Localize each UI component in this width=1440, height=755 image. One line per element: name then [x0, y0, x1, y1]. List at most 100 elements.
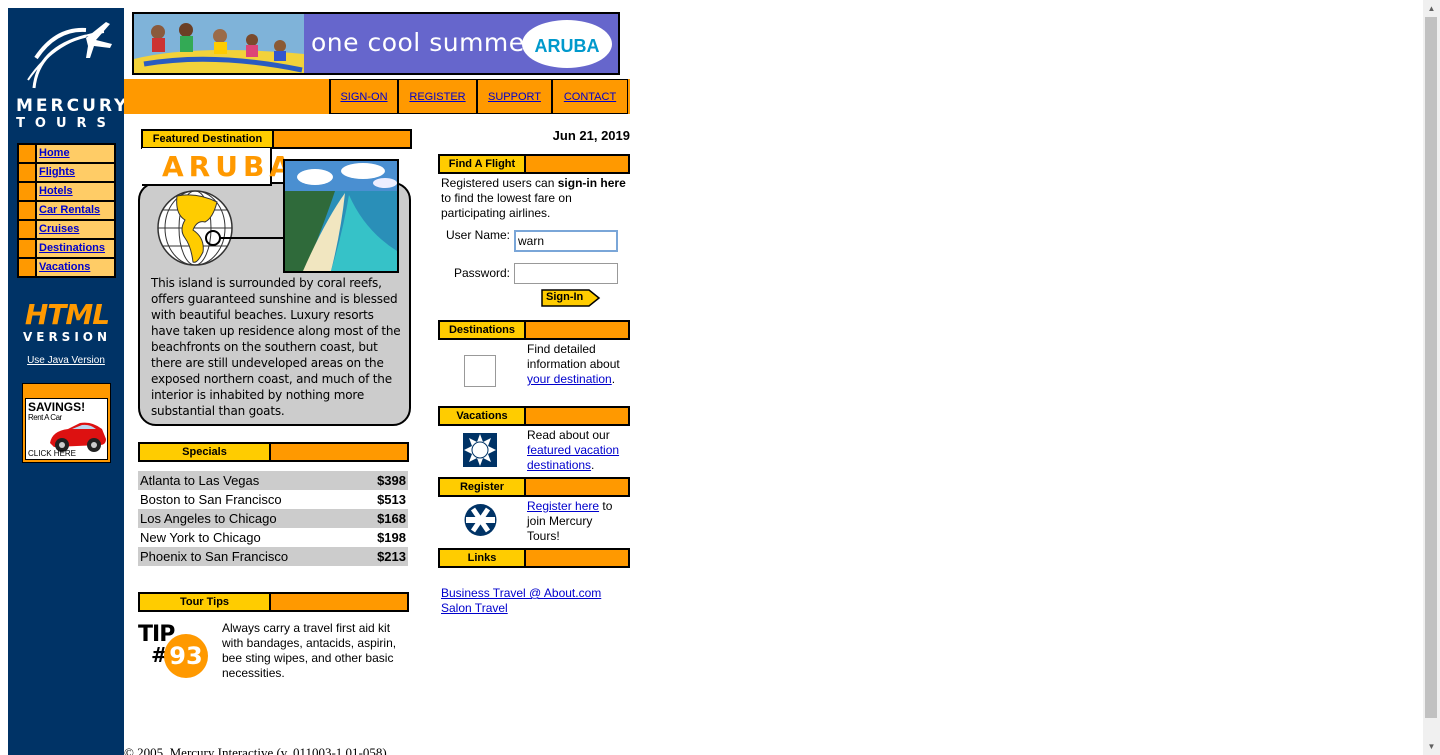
- scroll-up-icon[interactable]: ▲: [1423, 0, 1440, 17]
- intro-sign-in-here: sign-in here: [557, 176, 626, 190]
- globe-icon: [157, 190, 233, 266]
- sidebar-link-cruises[interactable]: Cruises: [39, 223, 79, 235]
- table-row: New York to Chicago $198: [138, 528, 408, 547]
- sign-in-button[interactable]: Sign-In: [541, 289, 601, 307]
- current-date: Jun 21, 2019: [552, 128, 630, 143]
- vacations-header: Vacations: [438, 406, 630, 426]
- register-title: Register: [440, 479, 526, 495]
- tip-number-graphic: TIP # 93: [138, 624, 210, 678]
- aruba-beach-photo: [283, 159, 399, 273]
- sidebar-link-flights[interactable]: Flights: [39, 166, 75, 178]
- mercury-tours-logo[interactable]: MERCURY TOURS: [16, 18, 130, 131]
- vertical-scrollbar[interactable]: ▲ ▼: [1423, 0, 1440, 755]
- specials-header: Specials: [138, 442, 409, 462]
- version-word: VERSION: [22, 330, 112, 344]
- sidebar-link-home[interactable]: Home: [39, 147, 70, 159]
- featured-title-tab: ARUBA: [142, 148, 291, 186]
- banner-title: one cool summer: [311, 28, 536, 57]
- special-price: $168: [359, 509, 408, 528]
- sidebar-item-destinations: Destinations: [19, 240, 114, 257]
- html-version-badge: HTML VERSION: [22, 298, 112, 345]
- sidebar-link-destinations[interactable]: Destinations: [39, 242, 105, 254]
- sidebar-link-car-rentals[interactable]: Car Rentals: [39, 204, 100, 216]
- tour-tip-text: Always carry a travel first aid kit with…: [222, 621, 397, 680]
- featured-vacation-link[interactable]: featured vacation destinations: [527, 443, 619, 472]
- contact-link[interactable]: CONTACT: [564, 91, 616, 103]
- vacations-text-a: Read about our: [527, 428, 610, 442]
- intro-text-a: Registered users can: [441, 176, 558, 190]
- salon-travel-link[interactable]: Salon Travel: [441, 601, 508, 615]
- aruba-badge-label: ARUBA: [534, 36, 600, 56]
- list-item: Salon Travel: [441, 601, 601, 616]
- sidebar-item-home: Home: [19, 145, 114, 162]
- tip-number: 93: [164, 634, 208, 678]
- html-version-word: HTML: [24, 298, 110, 331]
- featured-destination-name: ARUBA: [162, 150, 296, 183]
- password-input[interactable]: [514, 263, 618, 284]
- register-link[interactable]: REGISTER: [409, 91, 465, 103]
- sidebar-item-car-rentals: Car Rentals: [19, 202, 114, 219]
- vacations-text: Read about our featured vacation destina…: [527, 428, 629, 473]
- destinations-text-a: Find detailed information about: [527, 342, 620, 371]
- featured-destination-description: This island is surrounded by coral reefs…: [151, 276, 401, 418]
- table-row: Atlanta to Las Vegas $398: [138, 471, 408, 490]
- sidebar-item-hotels: Hotels: [19, 183, 114, 200]
- sidebar-link-hotels[interactable]: Hotels: [39, 185, 73, 197]
- logo-wordmark-top: MERCURY: [16, 96, 130, 116]
- special-route: Phoenix to San Francisco: [138, 547, 360, 566]
- topnav-support: SUPPORT: [478, 80, 551, 113]
- use-java-version-link[interactable]: Use Java Version: [16, 355, 116, 366]
- password-label: Password:: [453, 266, 510, 280]
- links-header: Links: [438, 548, 630, 568]
- destinations-header: Destinations: [438, 320, 630, 340]
- car-rental-ad[interactable]: SAVINGS! Rent A Car CLICK HERE: [22, 383, 111, 463]
- special-route: New York to Chicago: [140, 530, 261, 545]
- scroll-thumb[interactable]: [1425, 17, 1437, 718]
- vacations-text-b: .: [591, 458, 595, 472]
- sidebar-item-cruises: Cruises: [19, 221, 114, 238]
- table-row: Los Angeles to Chicago $168: [138, 509, 408, 528]
- intro-text-b: to find the lowest fare on participating…: [441, 191, 572, 220]
- business-travel-link[interactable]: Business Travel @ About.com: [441, 586, 601, 600]
- register-header: Register: [438, 477, 630, 497]
- footer-copyright: © 2005, Mercury Interactive (v. 011003-1…: [124, 745, 387, 755]
- promo-banner[interactable]: one cool summer ARUBA: [132, 12, 620, 75]
- logo-wordmark-bottom: TOURS: [16, 116, 116, 131]
- sidebar-item-flights: Flights: [19, 164, 114, 181]
- sign-in-label: Sign-In: [546, 291, 584, 303]
- user-name-label: User Name:: [445, 228, 510, 242]
- user-name-input[interactable]: [514, 230, 618, 252]
- signon-link[interactable]: SIGN-ON: [340, 91, 387, 103]
- scroll-down-icon[interactable]: ▼: [1423, 738, 1440, 755]
- find-flight-title: Find A Flight: [440, 156, 526, 172]
- register-here-link[interactable]: Register here: [527, 499, 599, 513]
- ad-click-here: CLICK HERE: [28, 449, 77, 458]
- special-price: $198: [377, 530, 406, 545]
- special-route: Atlanta to Las Vegas: [138, 471, 360, 490]
- broken-image-icon: [464, 355, 496, 387]
- special-price: $398: [359, 471, 408, 490]
- ad-image: SAVINGS! Rent A Car CLICK HERE: [25, 398, 108, 460]
- destinations-title: Destinations: [440, 322, 526, 338]
- tour-tips-title: Tour Tips: [140, 594, 271, 610]
- topnav-register: REGISTER: [399, 80, 476, 113]
- special-route: Los Angeles to Chicago: [138, 509, 360, 528]
- red-car-icon: [50, 422, 106, 452]
- destinations-text-b: .: [611, 372, 616, 386]
- top-nav-bar: SIGN-ON REGISTER SUPPORT CONTACT: [124, 79, 630, 114]
- left-sidebar: MERCURY TOURS Home Flights Hotels Car Re…: [8, 8, 130, 755]
- aruba-badge: ARUBA: [522, 20, 612, 68]
- support-link[interactable]: SUPPORT: [488, 91, 541, 103]
- destinations-text: Find detailed information about your des…: [527, 342, 627, 387]
- special-price: $513: [377, 492, 406, 507]
- special-price: $213: [359, 547, 408, 566]
- sidebar-link-vacations[interactable]: Vacations: [39, 261, 90, 273]
- vacations-title: Vacations: [440, 408, 526, 424]
- links-title: Links: [440, 550, 526, 566]
- banner-photo-icon: [134, 14, 304, 73]
- featured-destination-panel: ARUBA This island is surrounded by coral…: [138, 148, 411, 427]
- beach-photo-icon: [285, 161, 397, 271]
- top-nav: SIGN-ON REGISTER SUPPORT CONTACT: [329, 79, 628, 114]
- featured-destination-title: Featured Destination: [143, 131, 274, 147]
- your-destination-link[interactable]: your destination: [527, 372, 612, 386]
